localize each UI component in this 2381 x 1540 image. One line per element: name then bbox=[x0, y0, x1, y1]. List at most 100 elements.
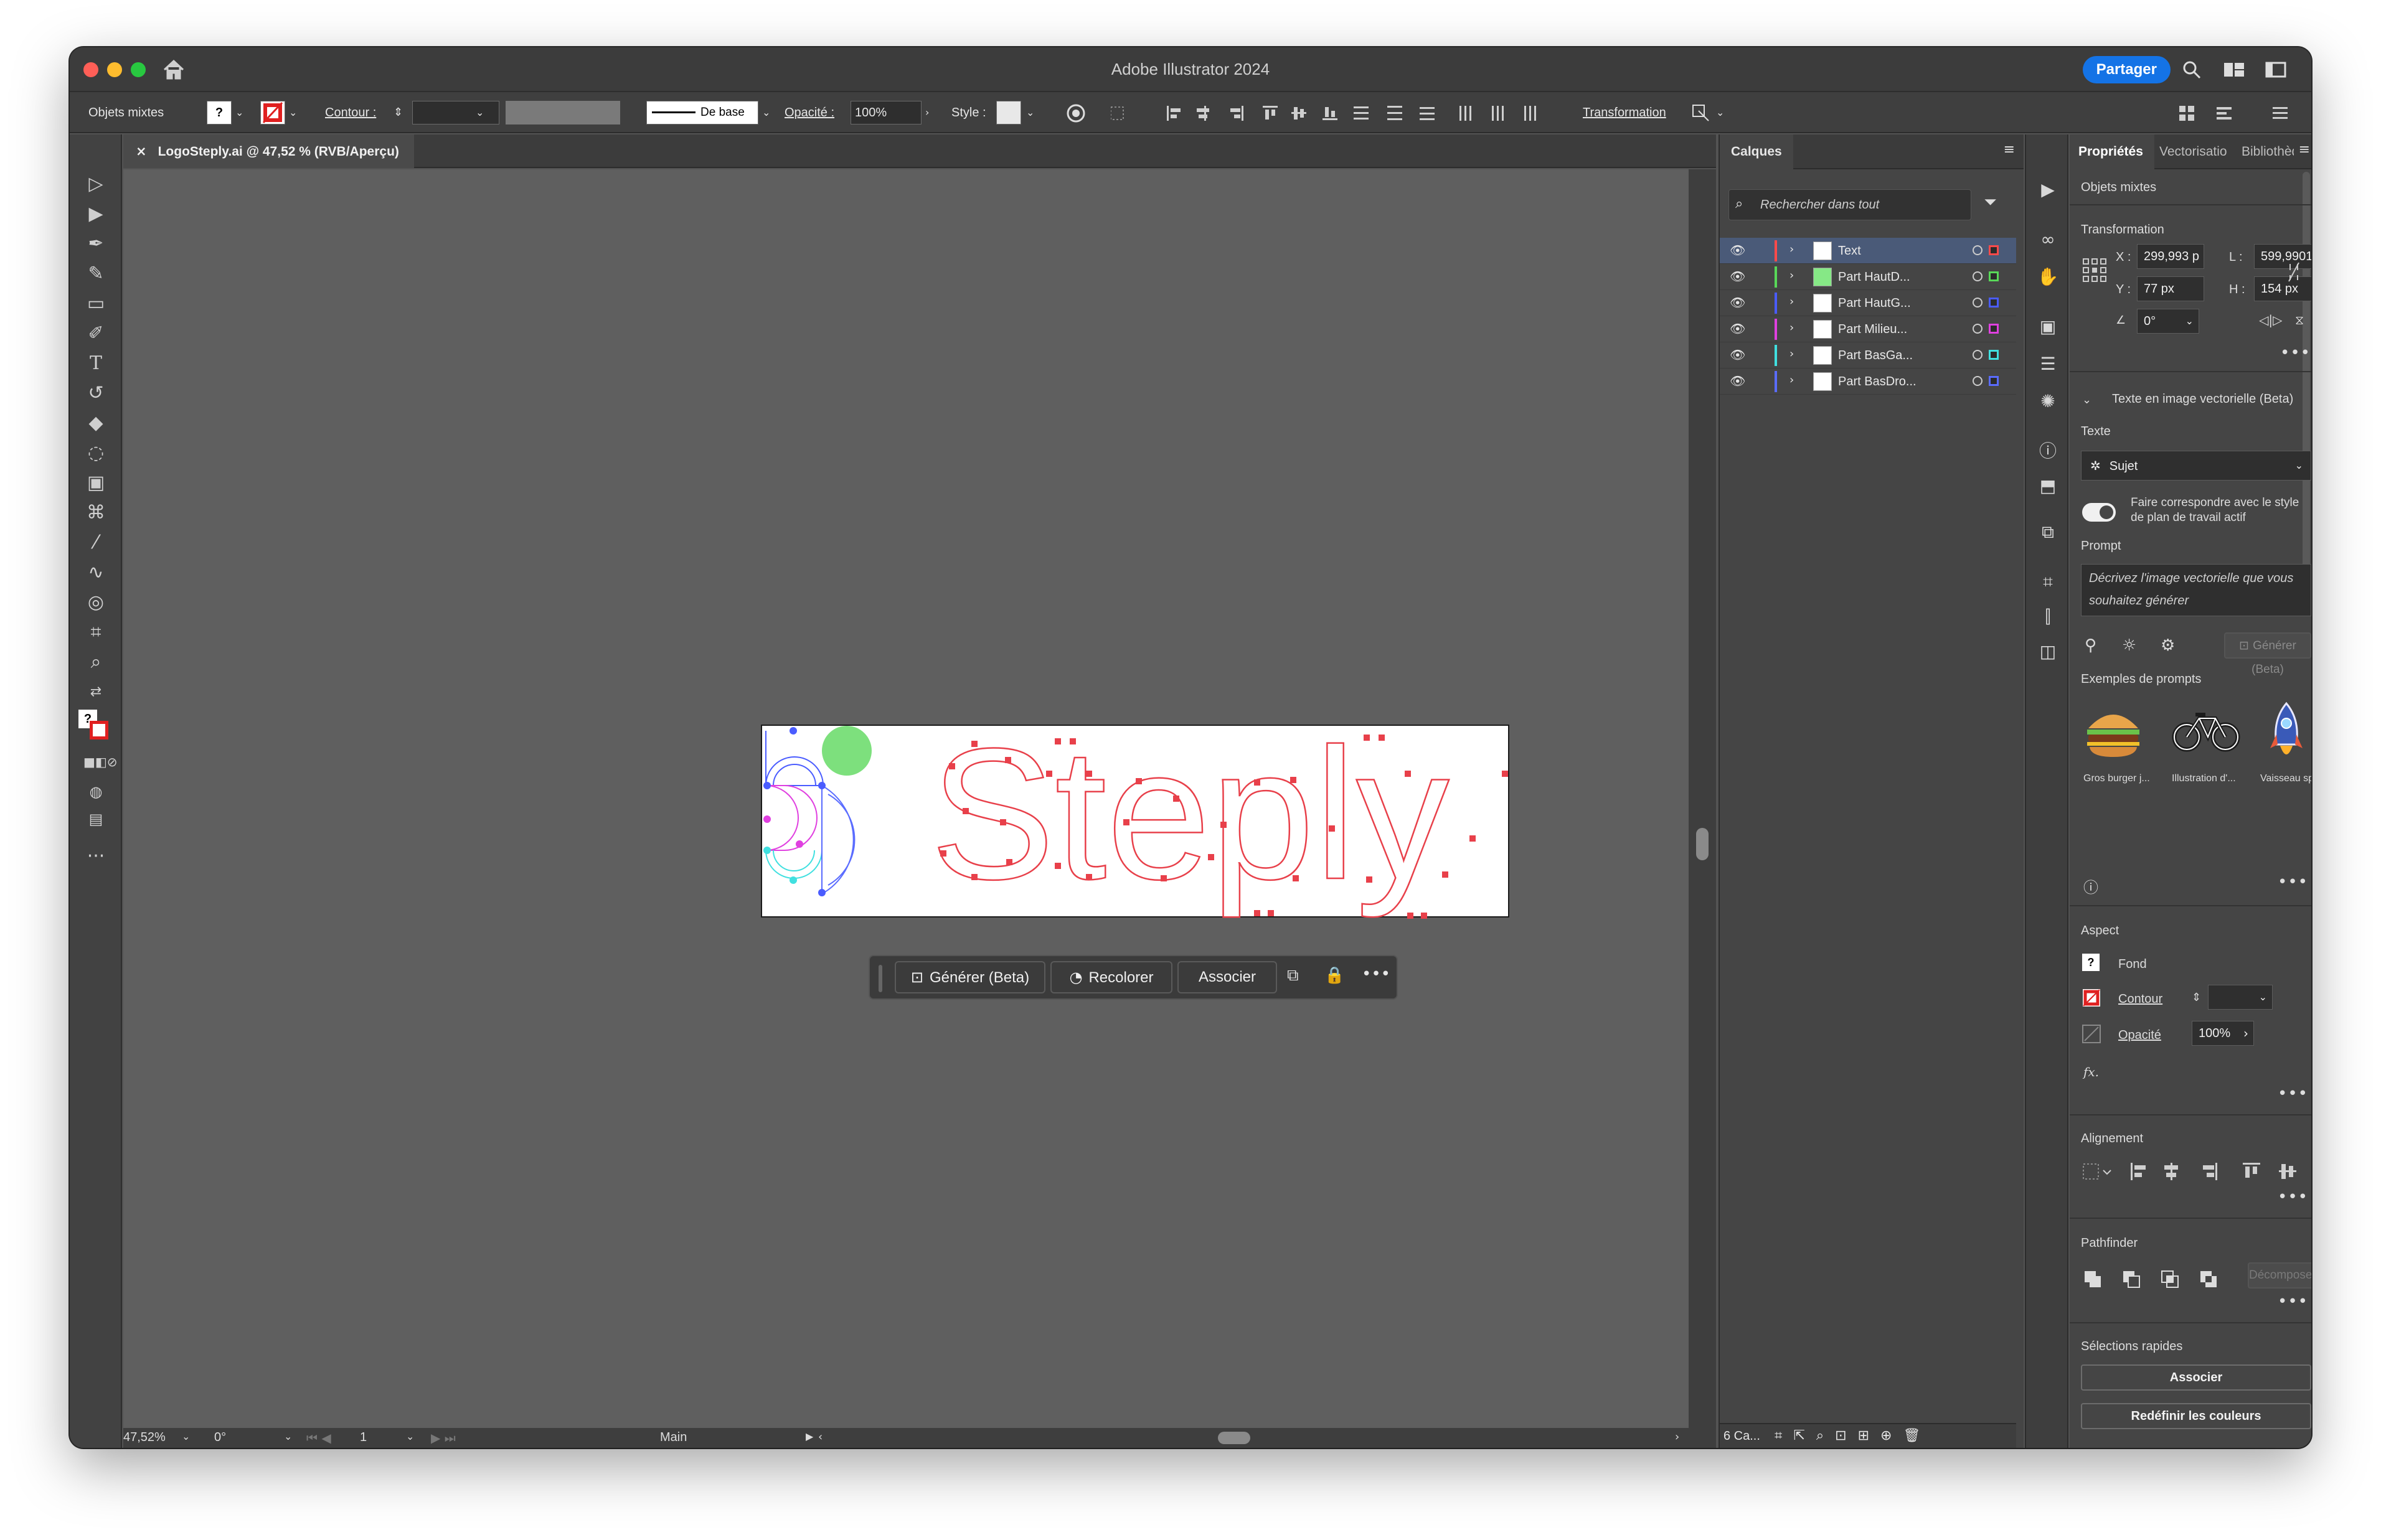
links-icon[interactable]: ∞ bbox=[2036, 228, 2060, 251]
layers-panel-menu-icon[interactable]: ≡ bbox=[2004, 142, 2015, 157]
opacity-label[interactable]: Opacité : bbox=[785, 92, 834, 133]
fx-effects-button[interactable]: fx. bbox=[2083, 1064, 2099, 1079]
collapse-chevron-icon[interactable]: ⌄ bbox=[2082, 393, 2091, 406]
rotation-value[interactable]: 0° bbox=[214, 1430, 226, 1445]
rectangle-tool-icon[interactable]: ▭ bbox=[83, 291, 108, 316]
visibility-eye-icon[interactable]: 👁 bbox=[1730, 347, 1745, 362]
text-to-vector-more-icon[interactable]: ••• bbox=[2278, 873, 2308, 891]
layer-row[interactable]: 👁 › Part Milieu... bbox=[1720, 316, 2016, 342]
selection-indicator[interactable] bbox=[1989, 271, 1999, 281]
angle-dropdown-icon[interactable]: ⌄ bbox=[2185, 309, 2194, 333]
drawing-mode-icon[interactable]: ◍ bbox=[83, 779, 108, 804]
layer-name[interactable]: Part Milieu... bbox=[1838, 322, 1907, 337]
vertical-scroll-thumb[interactable] bbox=[1696, 828, 1709, 860]
filter-icon[interactable]: ⏷ bbox=[1984, 193, 1997, 212]
visibility-eye-icon[interactable]: 👁 bbox=[1730, 243, 1745, 258]
transform-options-icon[interactable] bbox=[1691, 103, 1710, 122]
color-mode-icons[interactable]: ■◧⊘ bbox=[83, 749, 118, 774]
match-style-toggle[interactable] bbox=[2082, 503, 2116, 522]
target-circle-icon[interactable] bbox=[1973, 271, 1983, 281]
artboard[interactable]: Steply bbox=[761, 708, 1509, 920]
mesh-tool-icon[interactable]: ⌘ bbox=[83, 500, 108, 525]
visibility-eye-icon[interactable]: 👁 bbox=[1730, 321, 1745, 336]
visibility-eye-icon[interactable]: 👁 bbox=[1730, 373, 1745, 388]
tab-vectorisation[interactable]: Vectorisatio bbox=[2159, 134, 2239, 169]
stroke-swatch[interactable] bbox=[260, 101, 285, 124]
rotate-tool-icon[interactable]: ↺ bbox=[83, 381, 108, 406]
logo-text-outline[interactable]: Steply bbox=[930, 708, 1450, 920]
gradient-panel-icon[interactable]: ▣ bbox=[2036, 315, 2060, 339]
tab-properties[interactable]: Propriétés bbox=[2070, 134, 2154, 169]
type-tool-icon[interactable]: T bbox=[83, 351, 108, 376]
subject-type-dropdown[interactable]: ✲ Sujet ⌄ bbox=[2081, 451, 2311, 481]
visibility-eye-icon[interactable]: 👁 bbox=[1730, 295, 1745, 310]
layers-search-field[interactable]: ⌕ Rechercher dans tout bbox=[1728, 189, 1971, 220]
stroke-weight-field[interactable] bbox=[412, 101, 499, 124]
align-distribute-icons[interactable] bbox=[1111, 105, 1777, 122]
recolor-artwork-button[interactable]: Redéfinir les couleurs bbox=[2081, 1403, 2311, 1429]
artboard-number[interactable]: 1 bbox=[360, 1430, 367, 1445]
expand-layer-chevron-icon[interactable]: › bbox=[1789, 321, 1794, 334]
opacity-arrow-icon[interactable]: › bbox=[925, 92, 929, 133]
status-menu-icon[interactable]: ▶ bbox=[806, 1430, 813, 1442]
expand-layer-chevron-icon[interactable]: › bbox=[1789, 295, 1794, 308]
target-circle-icon[interactable] bbox=[1973, 245, 1983, 255]
curvature-tool-icon[interactable]: ✎ bbox=[83, 261, 108, 286]
example-burger-label[interactable]: Gros burger j... bbox=[2083, 773, 2150, 784]
more-options-icon[interactable]: ••• bbox=[1362, 965, 1390, 984]
horizontal-scroll-thumb[interactable] bbox=[1218, 1432, 1250, 1444]
graphic-style-swatch[interactable] bbox=[996, 101, 1021, 124]
pathfinder-shape-mode-icons[interactable] bbox=[2083, 1270, 2220, 1291]
appearance-opacity-field[interactable]: 100% › bbox=[2192, 1021, 2254, 1046]
target-circle-icon[interactable] bbox=[1973, 350, 1983, 360]
rotation-angle-field[interactable]: 0° ⌄ bbox=[2137, 309, 2199, 334]
document-tab[interactable]: × LogoSteply.ai @ 47,52 % (RVB/Aperçu) bbox=[123, 134, 414, 168]
expand-layer-chevron-icon[interactable]: › bbox=[1789, 269, 1794, 282]
bicycle-example-thumbnail[interactable] bbox=[2172, 710, 2240, 753]
visibility-eye-icon[interactable]: 👁 bbox=[1730, 269, 1745, 284]
generate-beta-disabled-button[interactable]: ⊡ Générer (Beta) bbox=[2224, 632, 2311, 676]
artboards-panel-icon[interactable]: ⧉ bbox=[2036, 520, 2060, 544]
duplicate-icon[interactable]: ⧉ bbox=[1287, 966, 1299, 985]
task-bar-drag-handle[interactable] bbox=[879, 965, 882, 992]
share-button[interactable]: Partager bbox=[2082, 56, 2171, 83]
layer-row[interactable]: 👁 › Part BasDro... bbox=[1720, 369, 2016, 395]
layer-name[interactable]: Part BasDro... bbox=[1838, 375, 1917, 389]
appearance-stroke-swatch[interactable] bbox=[2082, 988, 2101, 1007]
lock-icon[interactable]: 🔒 bbox=[1324, 966, 1344, 985]
properties-menu-icon[interactable]: ≡ bbox=[2299, 142, 2310, 157]
layer-row[interactable]: 👁 › Text bbox=[1720, 238, 2016, 264]
fill-swatch[interactable]: ? bbox=[207, 101, 232, 124]
pen-tool-icon[interactable]: ✒ bbox=[83, 232, 108, 256]
scroll-right-icon[interactable]: › bbox=[1675, 1430, 1679, 1444]
settings-gear-icon[interactable]: ⚙ bbox=[2161, 636, 2175, 655]
blend-tool-icon[interactable]: ∿ bbox=[83, 560, 108, 585]
example-spaceship-label[interactable]: Vaisseau spat... bbox=[2260, 773, 2311, 784]
transform-panel-icon[interactable]: ⌗ bbox=[2036, 570, 2060, 594]
alignment-buttons-icons[interactable] bbox=[2082, 1160, 2311, 1183]
constrain-proportions-icon[interactable] bbox=[2288, 261, 2300, 283]
transformation-link[interactable]: Transformation bbox=[1583, 92, 1666, 133]
lasso-tool-icon[interactable]: ◌ bbox=[83, 441, 108, 466]
reference-style-icon[interactable]: ⚲ bbox=[2085, 636, 2096, 655]
properties-scrollbar[interactable] bbox=[2303, 172, 2310, 608]
tab-libraries[interactable]: Bibliothèqu bbox=[2242, 134, 2294, 169]
eraser-tool-icon[interactable]: ◆ bbox=[83, 411, 108, 436]
recolor-artwork-icon[interactable] bbox=[1066, 103, 1086, 123]
layers-footer-icons[interactable]: ⌗⇱⌕⊡⊞⊕🗑 bbox=[1775, 1428, 1931, 1444]
scroll-left-icon[interactable]: ‹ bbox=[818, 1430, 823, 1444]
artboard-first-prev-icons[interactable]: ⏮ ◀ bbox=[306, 1430, 331, 1445]
control-bar-right-icons[interactable] bbox=[2179, 105, 2298, 122]
y-position-field[interactable]: 77 px bbox=[2137, 276, 2204, 301]
expand-button[interactable]: Décomposer bbox=[2248, 1262, 2311, 1289]
example-illustration-label[interactable]: Illustration d'... bbox=[2172, 773, 2236, 784]
selection-indicator[interactable] bbox=[1989, 350, 1999, 360]
shape-builder-tool-icon[interactable]: ◎ bbox=[83, 590, 108, 615]
close-tab-icon[interactable]: × bbox=[136, 144, 147, 159]
x-position-field[interactable]: 299,993 p bbox=[2137, 244, 2204, 269]
prompt-textarea[interactable]: Décrivez l'image vectorielle que vous so… bbox=[2081, 564, 2311, 616]
appearance-more-icon[interactable]: ••• bbox=[2278, 1084, 2308, 1103]
workspace-icon[interactable] bbox=[2223, 61, 2245, 78]
target-circle-icon[interactable] bbox=[1973, 298, 1983, 308]
appearance-stroke-label[interactable]: Contour bbox=[2118, 992, 2162, 1007]
